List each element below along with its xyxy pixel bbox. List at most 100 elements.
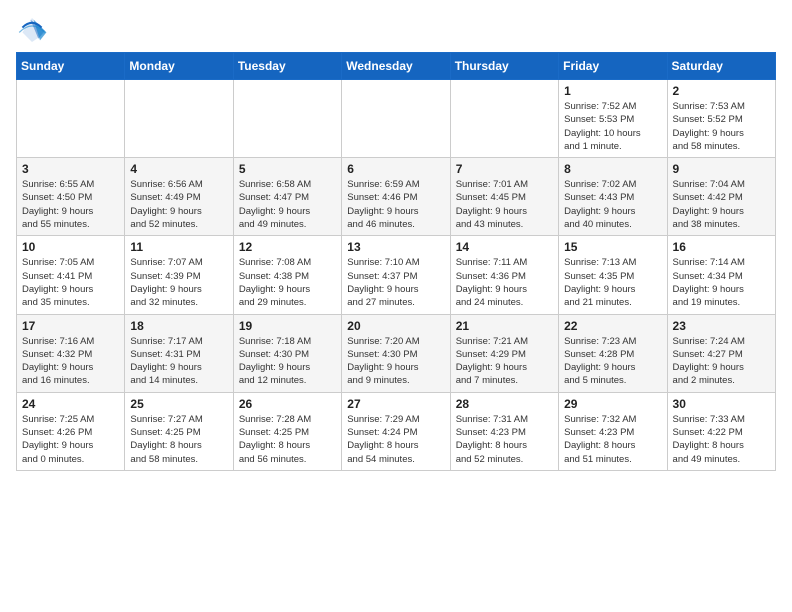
day-info: Sunrise: 7:53 AM Sunset: 5:52 PM Dayligh… — [673, 100, 770, 153]
day-number: 9 — [673, 162, 770, 176]
day-info: Sunrise: 7:13 AM Sunset: 4:35 PM Dayligh… — [564, 256, 661, 309]
day-info: Sunrise: 7:31 AM Sunset: 4:23 PM Dayligh… — [456, 413, 553, 466]
calendar-cell: 2 Sunrise: 7:53 AM Sunset: 5:52 PM Daylig… — [667, 80, 775, 158]
day-info: Sunrise: 7:05 AM Sunset: 4:41 PM Dayligh… — [22, 256, 119, 309]
week-row-5: 24 Sunrise: 7:25 AM Sunset: 4:26 PM Dayli… — [17, 392, 776, 470]
calendar-cell — [17, 80, 125, 158]
day-number: 30 — [673, 397, 770, 411]
calendar-cell: 1Sunrise: 7:52 AM Sunset: 5:53 PM Daylig… — [559, 80, 667, 158]
calendar-cell: 22Sunrise: 7:23 AM Sunset: 4:28 PM Dayli… — [559, 314, 667, 392]
day-number: 28 — [456, 397, 553, 411]
day-number: 5 — [239, 162, 336, 176]
day-number: 8 — [564, 162, 661, 176]
calendar-cell: 11Sunrise: 7:07 AM Sunset: 4:39 PM Dayli… — [125, 236, 233, 314]
day-number: 13 — [347, 240, 444, 254]
day-number: 19 — [239, 319, 336, 333]
calendar-cell: 15 Sunrise: 7:13 AM Sunset: 4:35 PM Dayli… — [559, 236, 667, 314]
calendar-cell — [450, 80, 558, 158]
day-info: Sunrise: 7:20 AM Sunset: 4:30 PM Dayligh… — [347, 335, 444, 388]
day-number: 11 — [130, 240, 227, 254]
calendar-cell: 10 Sunrise: 7:05 AM Sunset: 4:41 PM Dayli… — [17, 236, 125, 314]
calendar-cell: 6 Sunrise: 6:59 AM Sunset: 4:46 PM Daylig… — [342, 158, 450, 236]
day-info: Sunrise: 7:27 AM Sunset: 4:25 PM Dayligh… — [130, 413, 227, 466]
calendar-cell: 17 Sunrise: 7:16 AM Sunset: 4:32 PM Dayli… — [17, 314, 125, 392]
day-number: 16 — [673, 240, 770, 254]
day-info: Sunrise: 7:24 AM Sunset: 4:27 PM Dayligh… — [673, 335, 770, 388]
day-info: Sunrise: 7:52 AM Sunset: 5:53 PM Dayligh… — [564, 100, 661, 153]
calendar-cell: 5 Sunrise: 6:58 AM Sunset: 4:47 PM Daylig… — [233, 158, 341, 236]
calendar-cell: 24 Sunrise: 7:25 AM Sunset: 4:26 PM Dayli… — [17, 392, 125, 470]
day-number: 10 — [22, 240, 119, 254]
week-row-3: 10 Sunrise: 7:05 AM Sunset: 4:41 PM Dayli… — [17, 236, 776, 314]
day-info: Sunrise: 7:16 AM Sunset: 4:32 PM Dayligh… — [22, 335, 119, 388]
day-number: 24 — [22, 397, 119, 411]
calendar-cell: 20 Sunrise: 7:20 AM Sunset: 4:30 PM Dayli… — [342, 314, 450, 392]
day-info: Sunrise: 7:02 AM Sunset: 4:43 PM Dayligh… — [564, 178, 661, 231]
week-row-2: 3 Sunrise: 6:55 AM Sunset: 4:50 PM Daylig… — [17, 158, 776, 236]
calendar-cell: 18 Sunrise: 7:17 AM Sunset: 4:31 PM Dayli… — [125, 314, 233, 392]
calendar-table: SundayMondayTuesdayWednesdayThursdayFrid… — [16, 52, 776, 471]
day-number: 20 — [347, 319, 444, 333]
day-info: Sunrise: 7:01 AM Sunset: 4:45 PM Dayligh… — [456, 178, 553, 231]
day-number: 26 — [239, 397, 336, 411]
day-info: Sunrise: 7:32 AM Sunset: 4:23 PM Dayligh… — [564, 413, 661, 466]
day-info: Sunrise: 7:29 AM Sunset: 4:24 PM Dayligh… — [347, 413, 444, 466]
day-info: Sunrise: 7:28 AM Sunset: 4:25 PM Dayligh… — [239, 413, 336, 466]
calendar-cell: 14 Sunrise: 7:11 AM Sunset: 4:36 PM Dayli… — [450, 236, 558, 314]
day-info: Sunrise: 7:17 AM Sunset: 4:31 PM Dayligh… — [130, 335, 227, 388]
calendar-cell: 3 Sunrise: 6:55 AM Sunset: 4:50 PM Daylig… — [17, 158, 125, 236]
day-info: Sunrise: 7:14 AM Sunset: 4:34 PM Dayligh… — [673, 256, 770, 309]
page-container: SundayMondayTuesdayWednesdayThursdayFrid… — [0, 0, 792, 479]
calendar-cell: 30 Sunrise: 7:33 AM Sunset: 4:22 PM Dayli… — [667, 392, 775, 470]
day-number: 17 — [22, 319, 119, 333]
logo — [16, 16, 52, 44]
day-info: Sunrise: 6:55 AM Sunset: 4:50 PM Dayligh… — [22, 178, 119, 231]
day-number: 21 — [456, 319, 553, 333]
weekday-header-tuesday: Tuesday — [233, 53, 341, 80]
calendar-cell: 21 Sunrise: 7:21 AM Sunset: 4:29 PM Dayli… — [450, 314, 558, 392]
calendar-cell: 28 Sunrise: 7:31 AM Sunset: 4:23 PM Dayli… — [450, 392, 558, 470]
day-number: 2 — [673, 84, 770, 98]
weekday-header-wednesday: Wednesday — [342, 53, 450, 80]
day-number: 27 — [347, 397, 444, 411]
day-info: Sunrise: 7:25 AM Sunset: 4:26 PM Dayligh… — [22, 413, 119, 466]
day-number: 14 — [456, 240, 553, 254]
day-info: Sunrise: 7:33 AM Sunset: 4:22 PM Dayligh… — [673, 413, 770, 466]
calendar-cell: 19 Sunrise: 7:18 AM Sunset: 4:30 PM Dayli… — [233, 314, 341, 392]
weekday-header-thursday: Thursday — [450, 53, 558, 80]
calendar-cell: 29 Sunrise: 7:32 AM Sunset: 4:23 PM Dayli… — [559, 392, 667, 470]
week-row-1: 1Sunrise: 7:52 AM Sunset: 5:53 PM Daylig… — [17, 80, 776, 158]
day-number: 23 — [673, 319, 770, 333]
day-info: Sunrise: 6:59 AM Sunset: 4:46 PM Dayligh… — [347, 178, 444, 231]
calendar-cell: 7 Sunrise: 7:01 AM Sunset: 4:45 PM Daylig… — [450, 158, 558, 236]
header — [16, 12, 776, 44]
day-number: 29 — [564, 397, 661, 411]
calendar-cell: 25Sunrise: 7:27 AM Sunset: 4:25 PM Dayli… — [125, 392, 233, 470]
calendar-cell: 13Sunrise: 7:10 AM Sunset: 4:37 PM Dayli… — [342, 236, 450, 314]
day-number: 7 — [456, 162, 553, 176]
calendar-cell: 23 Sunrise: 7:24 AM Sunset: 4:27 PM Dayli… — [667, 314, 775, 392]
day-info: Sunrise: 7:11 AM Sunset: 4:36 PM Dayligh… — [456, 256, 553, 309]
day-info: Sunrise: 7:21 AM Sunset: 4:29 PM Dayligh… — [456, 335, 553, 388]
week-row-4: 17 Sunrise: 7:16 AM Sunset: 4:32 PM Dayli… — [17, 314, 776, 392]
weekday-header-friday: Friday — [559, 53, 667, 80]
day-info: Sunrise: 6:58 AM Sunset: 4:47 PM Dayligh… — [239, 178, 336, 231]
day-number: 22 — [564, 319, 661, 333]
calendar-cell: 16 Sunrise: 7:14 AM Sunset: 4:34 PM Dayli… — [667, 236, 775, 314]
day-number: 18 — [130, 319, 227, 333]
day-info: Sunrise: 7:18 AM Sunset: 4:30 PM Dayligh… — [239, 335, 336, 388]
calendar-cell — [342, 80, 450, 158]
calendar-cell: 12Sunrise: 7:08 AM Sunset: 4:38 PM Dayli… — [233, 236, 341, 314]
weekday-header-sunday: Sunday — [17, 53, 125, 80]
weekday-header-row: SundayMondayTuesdayWednesdayThursdayFrid… — [17, 53, 776, 80]
day-number: 6 — [347, 162, 444, 176]
calendar-cell: 27 Sunrise: 7:29 AM Sunset: 4:24 PM Dayli… — [342, 392, 450, 470]
day-number: 3 — [22, 162, 119, 176]
calendar-cell — [233, 80, 341, 158]
logo-icon — [16, 16, 48, 44]
day-number: 15 — [564, 240, 661, 254]
calendar-cell: 8 Sunrise: 7:02 AM Sunset: 4:43 PM Daylig… — [559, 158, 667, 236]
calendar-cell: 4Sunrise: 6:56 AM Sunset: 4:49 PM Daylig… — [125, 158, 233, 236]
day-info: Sunrise: 6:56 AM Sunset: 4:49 PM Dayligh… — [130, 178, 227, 231]
day-info: Sunrise: 7:04 AM Sunset: 4:42 PM Dayligh… — [673, 178, 770, 231]
